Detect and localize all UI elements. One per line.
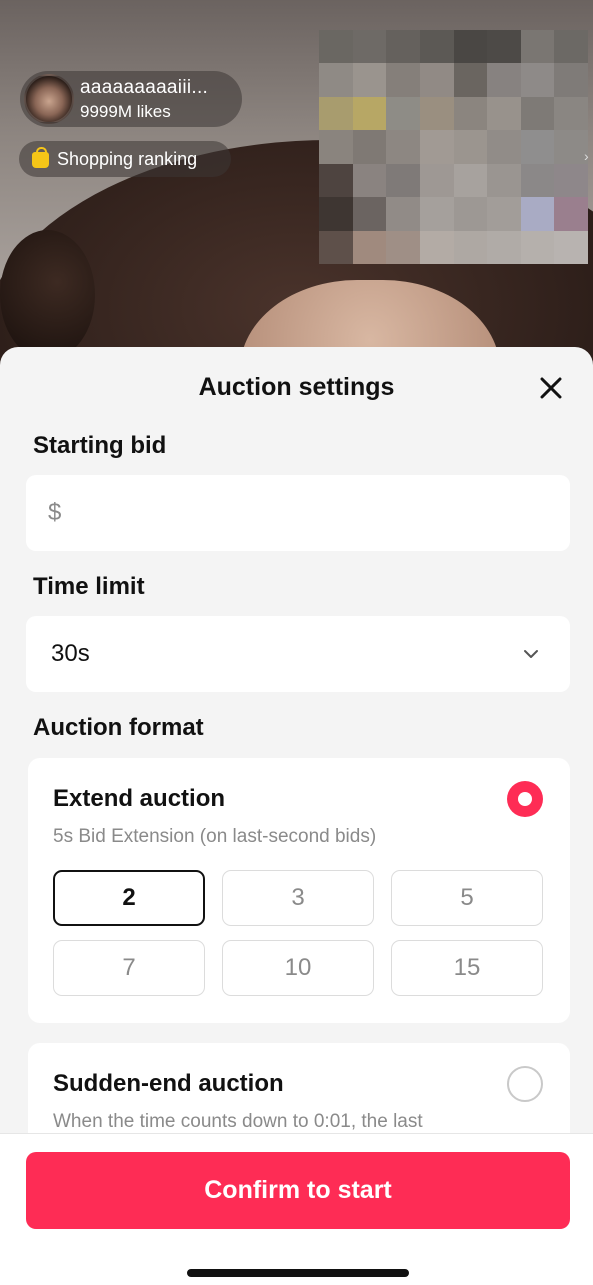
mosaic-tile (520, 230, 555, 264)
extension-option-2[interactable]: 2 (53, 870, 205, 926)
chevron-down-icon (524, 650, 538, 658)
close-icon[interactable] (536, 373, 566, 403)
mosaic-tile (319, 163, 353, 198)
extension-options: 2 3 5 7 10 15 (53, 870, 543, 996)
host-name: aaaaaaaaaiii... (80, 77, 209, 98)
mosaic-tile (352, 230, 387, 264)
mosaic-tile (487, 63, 521, 97)
mosaic-tile (554, 130, 588, 164)
mosaic-tile (453, 30, 488, 64)
mosaic-tile (319, 63, 353, 97)
mosaic-tile (352, 96, 387, 131)
shopping-ranking-label: Shopping ranking (57, 149, 198, 169)
starting-bid-label: Starting bid (33, 432, 167, 459)
extend-auction-description: 5s Bid Extension (on last-second bids) (53, 826, 377, 847)
pixelated-mosaic-overlay (319, 30, 588, 264)
time-limit-select[interactable]: 30s (26, 616, 570, 692)
mosaic-tile (419, 130, 454, 164)
mosaic-tile (520, 130, 555, 164)
sheet-title: Auction settings (198, 373, 395, 401)
mosaic-tile (453, 63, 488, 97)
mosaic-tile (554, 30, 588, 64)
sudden-end-auction-title: Sudden-end auction (53, 1070, 284, 1097)
time-limit-label: Time limit (33, 573, 145, 600)
mosaic-tile (419, 63, 454, 97)
mosaic-tile (487, 197, 521, 231)
mosaic-tile (453, 230, 488, 264)
host-likes-count: 9999M likes (80, 102, 171, 121)
currency-prefix: $ (48, 499, 62, 526)
mosaic-tile (487, 30, 521, 64)
mosaic-tile (419, 197, 454, 231)
mosaic-tile (386, 63, 420, 97)
home-indicator[interactable] (187, 1269, 409, 1277)
mosaic-tile (386, 197, 420, 231)
extend-auction-title: Extend auction (53, 785, 226, 812)
mosaic-tile (352, 197, 387, 231)
mosaic-tile (352, 63, 387, 97)
extension-option-3[interactable]: 3 (222, 870, 374, 926)
mosaic-tile (419, 30, 454, 64)
sudden-end-auction-radio[interactable] (507, 1066, 543, 1102)
time-limit-value: 30s (51, 640, 90, 667)
mosaic-tile (520, 63, 555, 97)
mosaic-tile (554, 96, 588, 131)
mosaic-tile (419, 230, 454, 264)
host-hair-bun (0, 230, 95, 360)
mosaic-tile (386, 163, 420, 198)
mosaic-tile (453, 197, 488, 231)
mosaic-tile (319, 230, 353, 264)
extension-option-10[interactable]: 10 (222, 940, 374, 996)
shopping-bag-icon (32, 147, 49, 168)
starting-bid-input[interactable] (78, 489, 548, 537)
shopping-ranking-chip[interactable]: Shopping ranking (19, 141, 231, 177)
mosaic-tile (453, 130, 488, 164)
mosaic-tile (386, 230, 420, 264)
host-avatar[interactable] (24, 74, 74, 124)
mosaic-tile (319, 96, 353, 131)
mosaic-tile (386, 30, 420, 64)
mosaic-tile (319, 130, 353, 164)
mosaic-tile (386, 130, 420, 164)
mosaic-tile (319, 197, 353, 231)
mosaic-tile (352, 30, 387, 64)
mosaic-tile (487, 230, 521, 264)
mosaic-tile (554, 63, 588, 97)
sudden-end-auction-description: When the time counts down to 0:01, the l… (53, 1111, 423, 1132)
mosaic-tile (520, 163, 555, 198)
mosaic-tile (453, 96, 488, 131)
mosaic-tile (487, 163, 521, 198)
chevron-right-icon[interactable]: › (584, 148, 593, 164)
confirm-to-start-button[interactable]: Confirm to start (26, 1152, 570, 1229)
sheet-footer: Confirm to start (0, 1133, 593, 1285)
mosaic-tile (520, 96, 555, 131)
mosaic-tile (520, 197, 555, 231)
mosaic-tile (554, 197, 588, 231)
mosaic-tile (319, 30, 353, 64)
mosaic-tile (352, 163, 387, 198)
extension-option-15[interactable]: 15 (391, 940, 543, 996)
mosaic-tile (419, 96, 454, 131)
mosaic-tile (453, 163, 488, 198)
mosaic-tile (554, 163, 588, 198)
extend-auction-card[interactable]: Extend auction 5s Bid Extension (on last… (28, 758, 570, 1023)
auction-format-label: Auction format (33, 714, 204, 741)
mosaic-tile (487, 96, 521, 131)
mosaic-tile (419, 163, 454, 198)
mosaic-tile (554, 230, 588, 264)
host-info-chip[interactable]: aaaaaaaaaiii... 9999M likes (20, 71, 242, 127)
mosaic-tile (520, 30, 555, 64)
close-button[interactable] (536, 373, 566, 403)
extension-option-7[interactable]: 7 (53, 940, 205, 996)
mosaic-tile (487, 130, 521, 164)
starting-bid-field[interactable]: $ (26, 475, 570, 551)
mosaic-tile (386, 96, 420, 131)
extend-auction-radio[interactable] (507, 781, 543, 817)
live-video-background (0, 0, 593, 380)
mosaic-tile (352, 130, 387, 164)
extension-option-5[interactable]: 5 (391, 870, 543, 926)
